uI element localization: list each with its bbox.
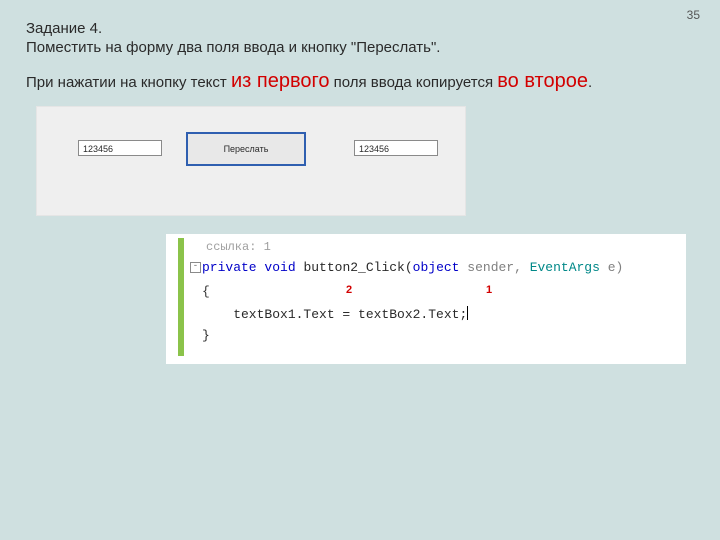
method-name: button2_Click(: [296, 260, 413, 275]
code-line-open: {: [202, 284, 210, 299]
desc-part-b: поля ввода копируется: [329, 74, 497, 91]
desc-part-c: .: [588, 74, 592, 91]
task-description-2: При нажатии на кнопку текст из первого п…: [26, 66, 694, 96]
textbox-2[interactable]: 123456: [354, 140, 438, 156]
textbox-1[interactable]: 123456: [78, 140, 162, 156]
code-editor: ссылка: 1 - private void button2_Click(o…: [166, 234, 686, 364]
task-title: Задание 4.: [26, 20, 694, 37]
annotation-1: 1: [486, 284, 492, 296]
type-eventargs: EventArgs: [530, 260, 600, 275]
kw-object: object: [413, 260, 460, 275]
desc-em-2: во второе: [497, 70, 588, 92]
code-line-signature: private void button2_Click(object sender…: [202, 260, 623, 275]
desc-em-1: из первого: [231, 70, 329, 92]
desc-part-a: При нажатии на кнопку текст: [26, 74, 231, 91]
kw-void: void: [264, 260, 295, 275]
task-description-1: Поместить на форму два поля ввода и кноп…: [26, 39, 694, 56]
form-mock: 123456 Переслать 123456: [36, 106, 466, 216]
kw-private: private: [202, 260, 257, 275]
code-line-close: }: [202, 328, 210, 343]
text-cursor: [467, 306, 468, 320]
fold-icon[interactable]: -: [190, 262, 201, 273]
page-number: 35: [687, 8, 700, 22]
codelens-hint: ссылка: 1: [206, 240, 271, 254]
change-marker: [178, 238, 184, 356]
send-button[interactable]: Переслать: [186, 132, 306, 166]
annotation-2: 2: [346, 284, 352, 296]
code-line-body: textBox1.Text = textBox2.Text;: [202, 306, 468, 322]
param-mid: sender,: [459, 260, 529, 275]
param-end: e): [600, 260, 623, 275]
